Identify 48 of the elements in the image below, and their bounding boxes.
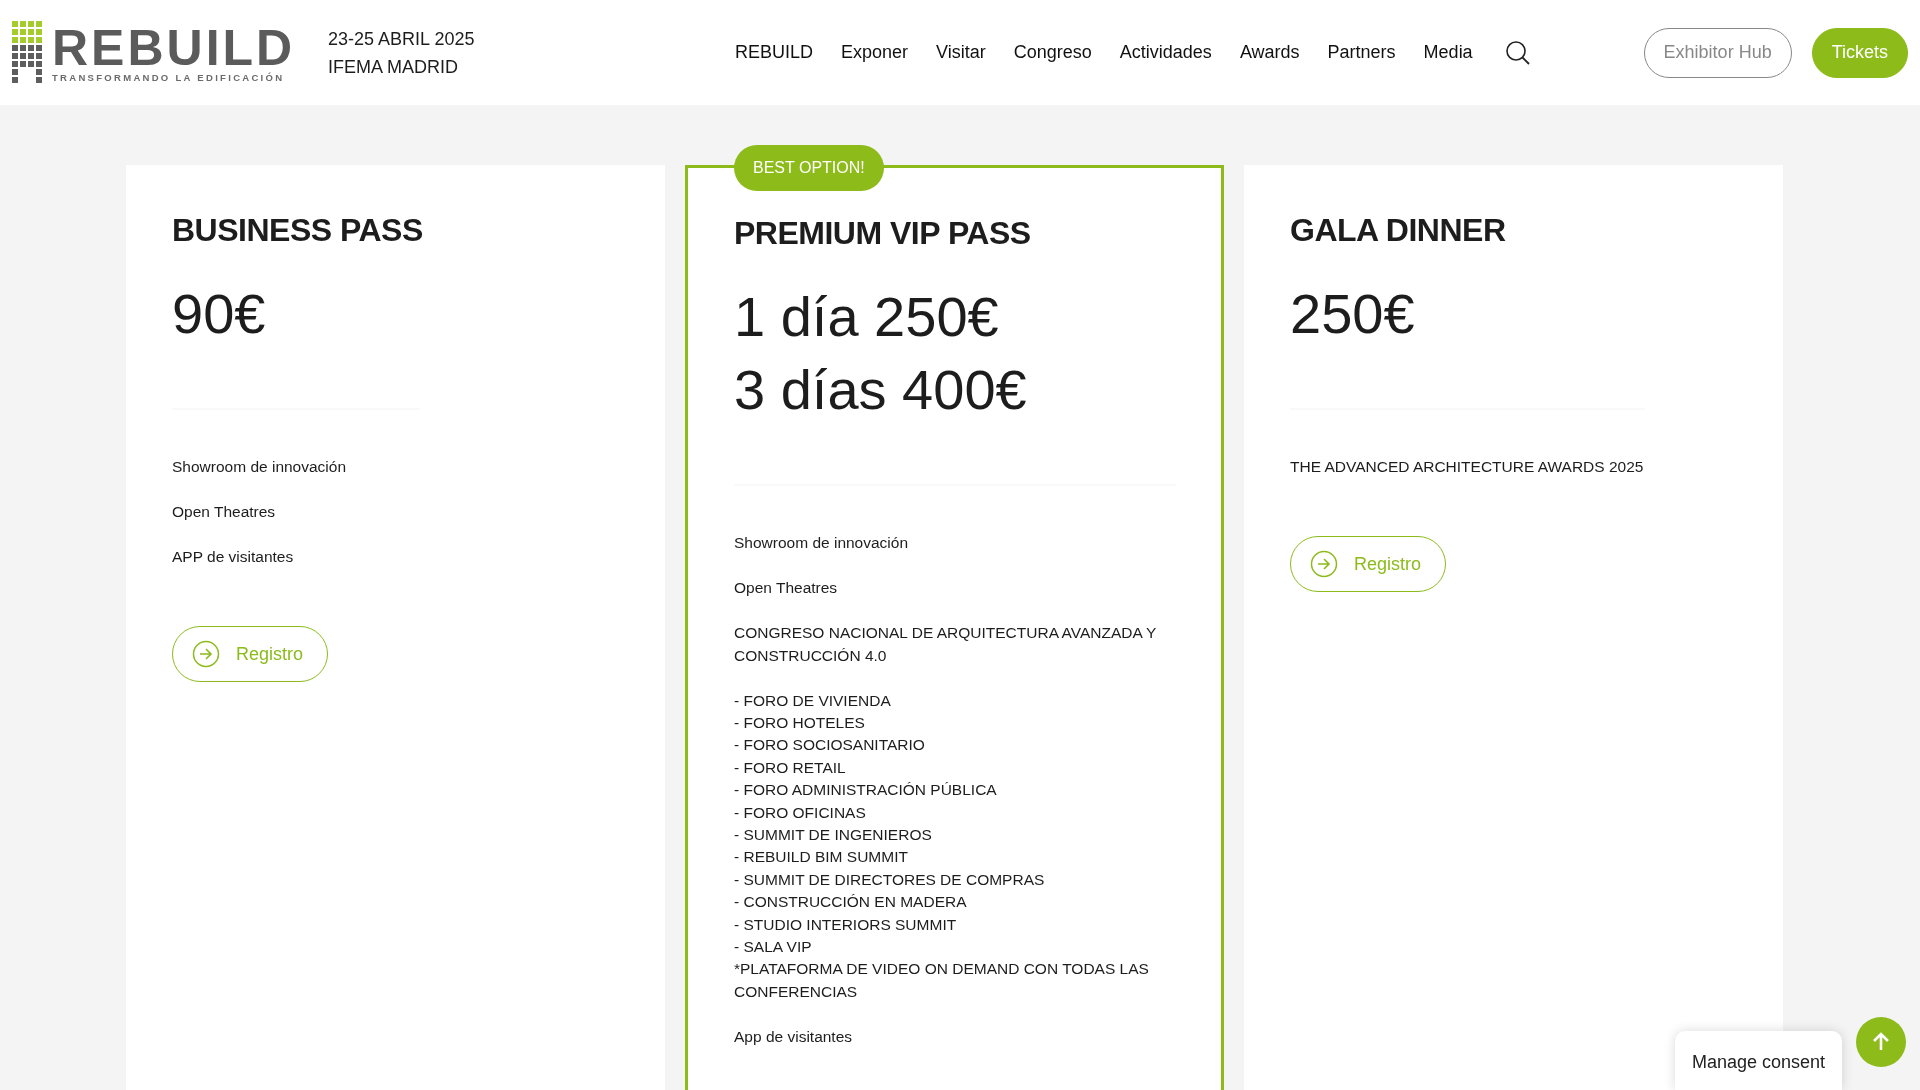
nav-link[interactable]: Media	[1423, 39, 1473, 66]
feature-line: - FORO ADMINISTRACIÓN PÚBLICA	[734, 780, 998, 801]
plan-feature: APP de visitantes	[172, 547, 295, 568]
event-venue: IFEMA MADRID	[328, 55, 459, 79]
exhibitor-hub-button[interactable]: Exhibitor Hub	[1643, 27, 1792, 78]
feature-line: - CONSTRUCCIÓN EN MADERA	[734, 892, 968, 913]
nav-link[interactable]: Visitar	[936, 39, 986, 66]
feature-line: *PLATAFORMA DE VIDEO ON DEMAND CON TODAS LAS CONFERENCIAS	[734, 959, 1150, 1002]
plan-price: 1 día 250€	[734, 284, 1000, 351]
nav-link[interactable]: REBUILD	[735, 39, 814, 66]
best-option-badge: BEST OPTION!	[734, 145, 884, 191]
arrow-right-icon	[1310, 550, 1338, 579]
plan-feature: Open Theatres	[734, 578, 839, 599]
feature-line: - FORO OFICINAS	[734, 802, 867, 823]
nav-link[interactable]: Awards	[1239, 39, 1300, 66]
feature-line: - FORO SOCIOSANITARIO	[734, 735, 926, 756]
nav-link[interactable]: Congreso	[1013, 39, 1092, 66]
feature-line: - SUMMIT DE DIRECTORES DE COMPRAS	[734, 869, 1046, 890]
feature-line: - FORO DE VIVIENDA	[734, 690, 892, 711]
nav-link[interactable]: Actividades	[1119, 39, 1212, 66]
plan-price: 250€	[1290, 281, 1416, 348]
plan-title: PREMIUM VIP PASS	[734, 214, 1032, 253]
plan-feature: CONGRESO NACIONAL DE ARQUITECTURA AVANZADA Y CONSTRUCCIÓN 4.0	[734, 623, 1158, 666]
building-logo-icon	[12, 20, 44, 85]
feature-line: - FORO RETAIL	[734, 757, 847, 778]
plan-price: 3 días 400€	[734, 357, 1028, 424]
plan-title: GALA DINNER	[1290, 211, 1507, 250]
plan-feature: Showroom de innovación	[172, 457, 348, 478]
feature-line: - SALA VIP	[734, 937, 813, 957]
search-icon[interactable]	[1504, 39, 1531, 66]
feature-line: - STUDIO INTERIORS SUMMIT	[734, 914, 958, 935]
plan-feature: Showroom de innovación	[734, 533, 910, 554]
arrow-right-icon	[192, 640, 220, 669]
manage-consent-button[interactable]: Manage consent	[1674, 1031, 1842, 1090]
logo-wordmark: REBUILD	[52, 22, 296, 73]
nav-link[interactable]: Exponer	[841, 39, 909, 66]
plan-feature: App de visitantes	[734, 1026, 854, 1047]
feature-line: - FORO HOTELES	[734, 712, 866, 733]
plan-price: 90€	[172, 281, 267, 348]
feature-line: - SUMMIT DE INGENIEROS	[734, 824, 933, 845]
logo-tagline: TRANSFORMANDO LA EDIFICACIÓN	[52, 72, 286, 83]
nav-link[interactable]: Partners	[1327, 39, 1396, 66]
event-dates: 23-25 ABRIL 2025	[328, 27, 476, 51]
feature-line: - REBUILD BIM SUMMIT	[734, 847, 909, 868]
plan-feature: Open Theatres	[172, 502, 277, 523]
plan-title: BUSINESS PASS	[172, 211, 424, 250]
plan-feature: THE ADVANCED ARCHITECTURE AWARDS 2025	[1290, 457, 1645, 478]
arrow-up-icon	[1872, 1032, 1890, 1052]
